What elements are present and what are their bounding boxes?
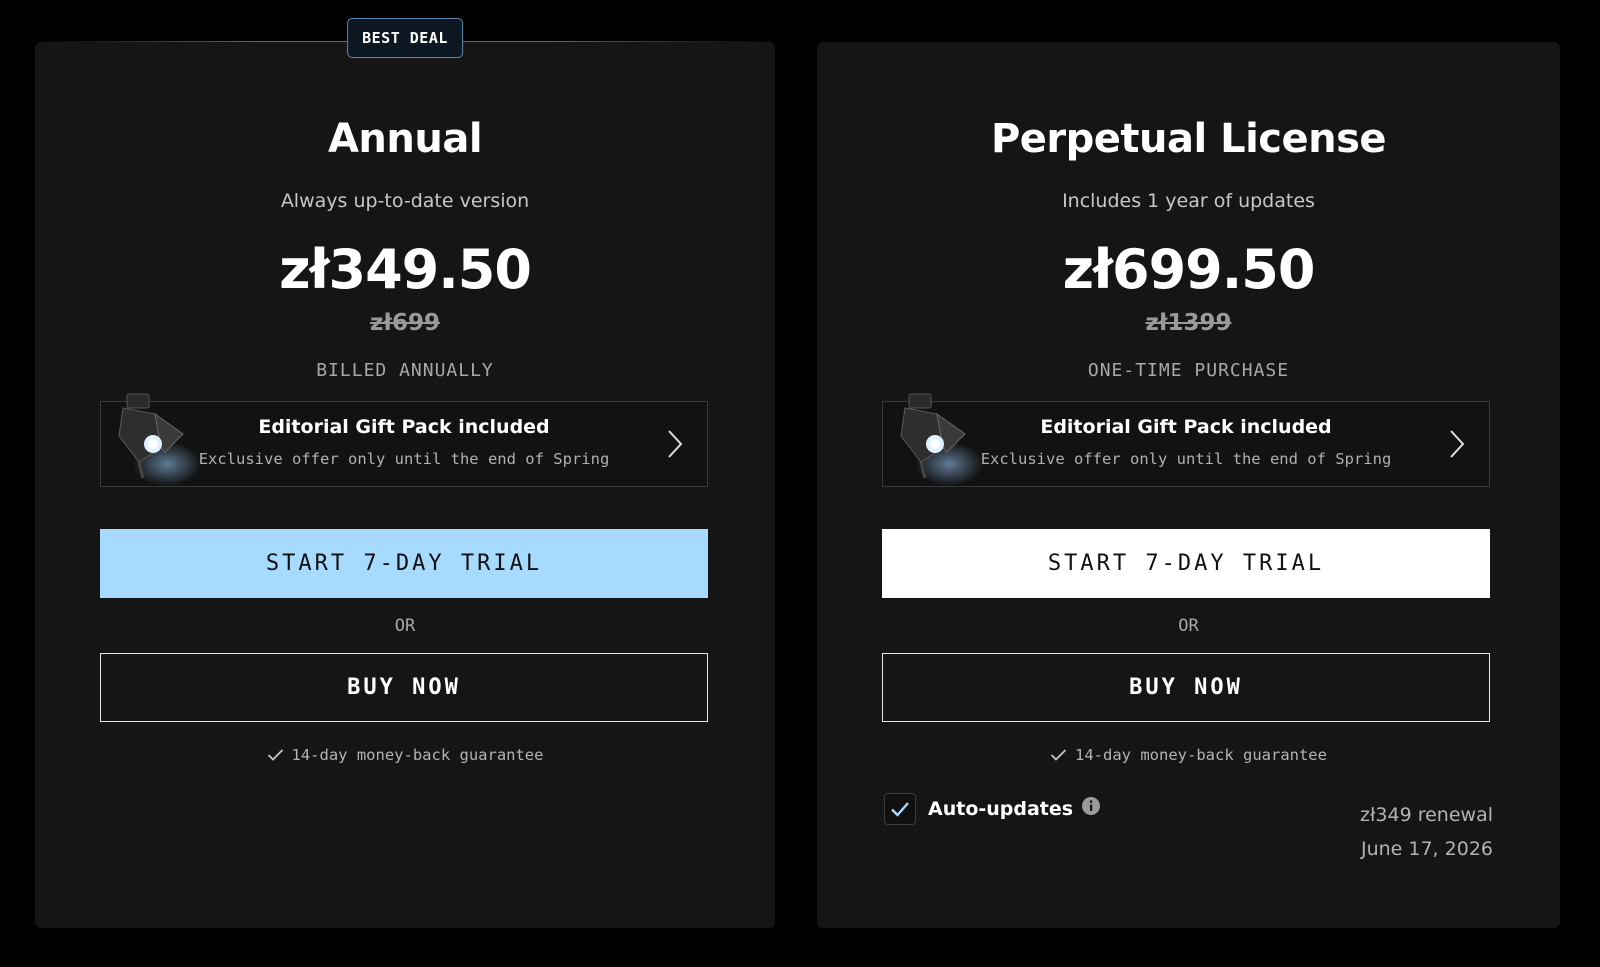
plan-price: zł699.50: [1062, 238, 1316, 301]
gift-pack-banner[interactable]: Editorial Gift Pack included Exclusive o…: [100, 393, 708, 487]
gift-subtitle: Exclusive offer only until the end of Sp…: [198, 450, 610, 468]
gift-title: Editorial Gift Pack included: [1040, 416, 1332, 438]
gift-subtitle: Exclusive offer only until the end of Sp…: [980, 450, 1392, 468]
renewal-date: June 17, 2026: [1360, 838, 1493, 860]
plan-title: Perpetual License: [990, 116, 1387, 162]
chevron-right-icon[interactable]: [1447, 428, 1467, 460]
auto-updates-option: Auto-updates: [884, 793, 1101, 825]
info-icon[interactable]: [1081, 796, 1101, 816]
buy-now-button[interactable]: BUY NOW: [882, 653, 1490, 722]
guarantee-text: 14-day money-back guarantee: [291, 746, 544, 764]
best-deal-badge: BEST DEAL: [347, 18, 463, 58]
billing-note: BILLED ANNUALLY: [316, 360, 494, 381]
renewal-price: zł349 renewal: [1360, 804, 1493, 826]
billing-note: ONE-TIME PURCHASE: [1087, 360, 1290, 381]
buy-now-button[interactable]: BUY NOW: [100, 653, 708, 722]
renewal-info: zł349 renewal June 17, 2026: [1360, 798, 1493, 866]
spotlight-icon: [900, 393, 981, 486]
plan-title: Annual: [327, 116, 483, 162]
guarantee-note: 14-day money-back guarantee: [817, 746, 1560, 764]
auto-updates-label: Auto-updates: [928, 798, 1074, 820]
gift-title: Editorial Gift Pack included: [258, 416, 550, 438]
gift-pack-banner[interactable]: Editorial Gift Pack included Exclusive o…: [882, 393, 1490, 487]
pricing-page: BEST DEAL Annual Always up-to-date versi…: [0, 0, 1600, 967]
plan-subtitle: Always up-to-date version: [280, 190, 530, 212]
checkmark-icon: [891, 802, 909, 817]
plan-old-price: zł699: [370, 310, 440, 336]
guarantee-text: 14-day money-back guarantee: [1075, 746, 1327, 764]
check-icon: [267, 749, 283, 761]
auto-updates-checkbox[interactable]: [884, 793, 916, 825]
guarantee-note: 14-day money-back guarantee: [35, 746, 775, 764]
or-separator: OR: [394, 616, 416, 636]
start-trial-button[interactable]: START 7-DAY TRIAL: [882, 529, 1490, 598]
plan-card-perpetual: Perpetual License Includes 1 year of upd…: [817, 42, 1560, 928]
plan-subtitle: Includes 1 year of updates: [1062, 190, 1315, 212]
plan-old-price: zł1399: [1145, 310, 1232, 336]
or-separator: OR: [1178, 616, 1199, 636]
spotlight-icon: [118, 393, 199, 486]
plan-card-annual: BEST DEAL Annual Always up-to-date versi…: [35, 18, 775, 928]
plan-price: zł349.50: [279, 238, 532, 301]
chevron-right-icon[interactable]: [665, 428, 685, 460]
start-trial-button[interactable]: START 7-DAY TRIAL: [100, 529, 708, 598]
check-icon: [1050, 749, 1067, 761]
